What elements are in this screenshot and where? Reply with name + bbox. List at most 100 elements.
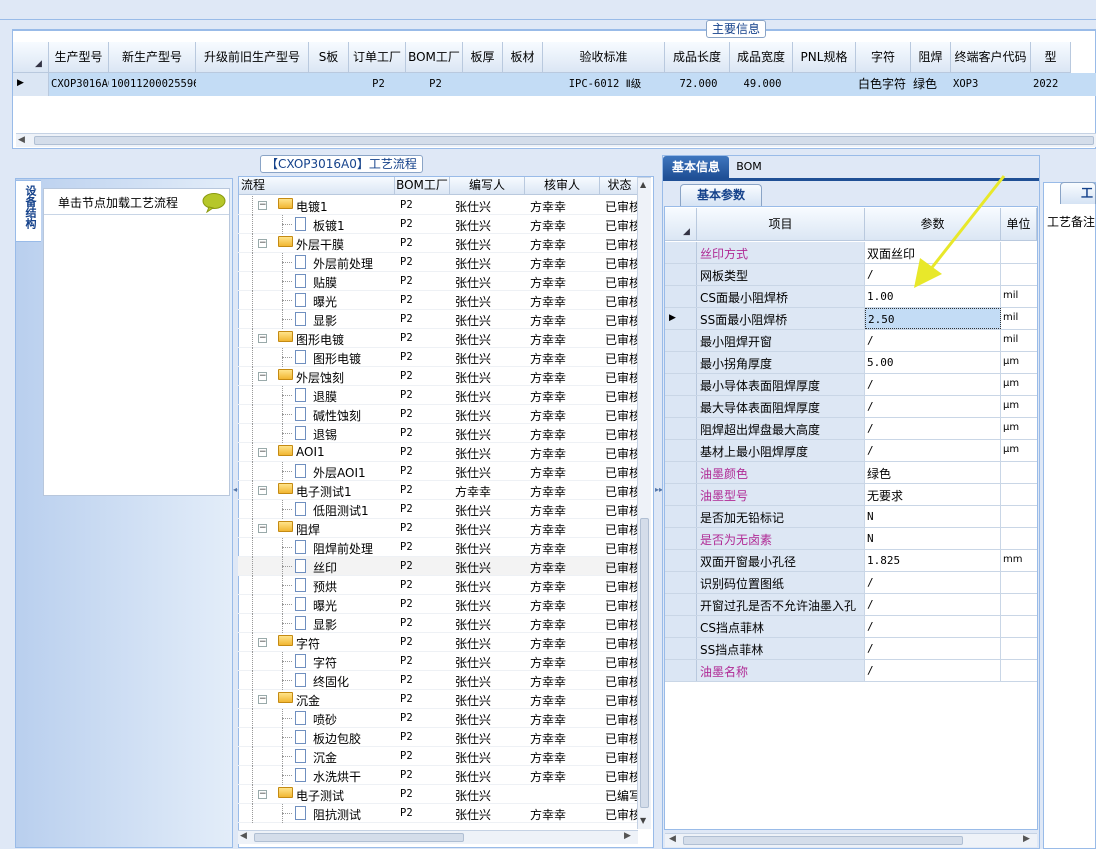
param-row[interactable]: 基材上最小阻焊厚度 / μm	[665, 440, 1037, 462]
tree-row[interactable]: 显影 P2 张仕兴 方幸幸 已审核	[238, 310, 638, 329]
col-header[interactable]: PNL规格	[793, 42, 856, 73]
param-value[interactable]: /	[865, 330, 1001, 351]
param-value[interactable]: 1.825	[865, 550, 1001, 571]
tree-row[interactable]: 板镀1 P2 张仕兴 方幸幸 已审核	[238, 215, 638, 234]
param-value[interactable]: N	[865, 506, 1001, 527]
tree-row[interactable]: 预烘 P2 张仕兴 方幸幸 已审核	[238, 576, 638, 595]
param-row[interactable]: 是否加无铅标记 N	[665, 506, 1037, 528]
tree-row[interactable]: 板边包胶 P2 张仕兴 方幸幸 已审核	[238, 728, 638, 747]
param-row[interactable]: 最大导体表面阻焊厚度 / μm	[665, 396, 1037, 418]
param-row[interactable]: 双面开窗最小孔径 1.825 mm	[665, 550, 1037, 572]
tree-row[interactable]: 丝印 P2 张仕兴 方幸幸 已审核	[238, 557, 638, 576]
tree-row[interactable]: 图形电镀 P2 张仕兴 方幸幸 已审核	[238, 348, 638, 367]
tree-row[interactable]: 沉金 P2 张仕兴 方幸幸 已审核	[238, 747, 638, 766]
param-row[interactable]: 最小导体表面阻焊厚度 / μm	[665, 374, 1037, 396]
tree-row[interactable]: 曝光 P2 张仕兴 方幸幸 已审核	[238, 291, 638, 310]
tree-row[interactable]: 低阻测试1 P2 张仕兴 方幸幸 已审核	[238, 500, 638, 519]
collapse-icon[interactable]: −	[258, 448, 267, 457]
collapse-icon[interactable]: −	[258, 486, 267, 495]
splitter-handle-2[interactable]: ▸▸	[655, 470, 663, 550]
param-value[interactable]: /	[865, 572, 1001, 593]
param-row[interactable]: 开窗过孔是否不允许油墨入孔 /	[665, 594, 1037, 616]
tree-row[interactable]: 喷砂 P2 张仕兴 方幸幸 已审核	[238, 709, 638, 728]
collapse-icon[interactable]: −	[258, 638, 267, 647]
tree-row[interactable]: 终固化 P2 张仕兴 方幸幸 已审核	[238, 671, 638, 690]
tree-row[interactable]: 阻焊前处理 P2 张仕兴 方幸幸 已审核	[238, 538, 638, 557]
tree-row[interactable]: 退锡 P2 张仕兴 方幸幸 已审核	[238, 424, 638, 443]
param-row[interactable]: 油墨名称 /	[665, 660, 1037, 682]
col-header[interactable]: 成品宽度	[730, 42, 793, 73]
tree-row[interactable]: 字符 P2 张仕兴 方幸幸 已审核	[238, 652, 638, 671]
param-row[interactable]: 阻焊超出焊盘最大高度 / μm	[665, 418, 1037, 440]
tree-row[interactable]: 贴膜 P2 张仕兴 方幸幸 已审核	[238, 272, 638, 291]
tree-row[interactable]: 显影 P2 张仕兴 方幸幸 已审核	[238, 614, 638, 633]
col-header[interactable]: BOM工厂	[395, 177, 450, 195]
col-header[interactable]: 升级前旧生产型号	[196, 42, 309, 73]
param-value[interactable]: /	[865, 660, 1001, 681]
tree-row[interactable]: − 阻焊 P2 张仕兴 方幸幸 已审核	[238, 519, 638, 538]
param-row[interactable]: 油墨型号 无要求	[665, 484, 1037, 506]
horizontal-scrollbar[interactable]: ◀	[16, 133, 1096, 147]
param-value[interactable]: /	[865, 594, 1001, 615]
tree-row[interactable]: − 图形电镀 P2 张仕兴 方幸幸 已审核	[238, 329, 638, 348]
param-value[interactable]: /	[865, 418, 1001, 439]
process-horizontal-scrollbar[interactable]: ◀ ▶	[238, 830, 638, 844]
collapse-icon[interactable]: −	[258, 372, 267, 381]
collapse-icon[interactable]: −	[258, 695, 267, 704]
collapse-icon[interactable]: −	[258, 524, 267, 533]
collapse-icon[interactable]: −	[258, 239, 267, 248]
tree-row[interactable]: 退膜 P2 张仕兴 方幸幸 已审核	[238, 386, 638, 405]
tree-row[interactable]: − 外层干膜 P2 张仕兴 方幸幸 已审核	[238, 234, 638, 253]
grid-corner[interactable]: ◢	[13, 42, 49, 73]
tree-row[interactable]: 曝光 P2 张仕兴 方幸幸 已审核	[238, 595, 638, 614]
params-horizontal-scrollbar[interactable]: ◀ ▶	[665, 833, 1037, 847]
tree-row[interactable]: 外层前处理 P2 张仕兴 方幸幸 已审核	[238, 253, 638, 272]
collapse-icon[interactable]: −	[258, 790, 267, 799]
tab-process-notes[interactable]: 工	[1060, 182, 1096, 204]
col-header[interactable]: 成品长度	[665, 42, 730, 73]
param-row[interactable]: 油墨颜色 绿色	[665, 462, 1037, 484]
col-header[interactable]: 验收标准	[543, 42, 665, 73]
col-header[interactable]: 板厚	[463, 42, 503, 73]
tree-row[interactable]: − 电镀1 P2 张仕兴 方幸幸 已审核	[238, 196, 638, 215]
param-value[interactable]: 2.50	[865, 308, 1001, 329]
col-header[interactable]: 字符	[856, 42, 911, 73]
param-value[interactable]: N	[865, 528, 1001, 549]
param-value[interactable]: 5.00	[865, 352, 1001, 373]
tree-row[interactable]: 外层AOI1 P2 张仕兴 方幸幸 已审核	[238, 462, 638, 481]
param-value[interactable]: 无要求	[865, 484, 1001, 505]
param-value[interactable]: /	[865, 638, 1001, 659]
col-header[interactable]: 型	[1031, 42, 1071, 73]
param-row[interactable]: CS挡点菲林 /	[665, 616, 1037, 638]
col-header[interactable]: 阻焊	[911, 42, 951, 73]
param-row[interactable]: SS挡点菲林 /	[665, 638, 1037, 660]
tree-row[interactable]: 碱性蚀刻 P2 张仕兴 方幸幸 已审核	[238, 405, 638, 424]
tree-row[interactable]: − AOI1 P2 张仕兴 方幸幸 已审核	[238, 443, 638, 462]
vertical-scrollbar[interactable]: ▲ ▼	[637, 177, 651, 829]
param-row[interactable]: 识别码位置图纸 /	[665, 572, 1037, 594]
col-header[interactable]: S板	[309, 42, 349, 73]
param-row[interactable]: 最小拐角厚度 5.00 μm	[665, 352, 1037, 374]
collapse-icon[interactable]: −	[258, 201, 267, 210]
param-row[interactable]: ▶ SS面最小阻焊桥 2.50 mil	[665, 308, 1037, 330]
tab-basic-params[interactable]: 基本参数	[680, 184, 762, 206]
param-row[interactable]: 最小阻焊开窗 / mil	[665, 330, 1037, 352]
tree-row[interactable]: 水洗烘干 P2 张仕兴 方幸幸 已审核	[238, 766, 638, 785]
tab-equipment-structure[interactable]: 设备结构	[15, 180, 41, 242]
col-header[interactable]: 编写人	[450, 177, 525, 195]
param-value[interactable]: /	[865, 440, 1001, 461]
col-header[interactable]: 订单工厂	[349, 42, 406, 73]
tree-row[interactable]: − 电子测试1 P2 方幸幸 方幸幸 已审核	[238, 481, 638, 500]
tree-row[interactable]: − 沉金 P2 张仕兴 方幸幸 已审核	[238, 690, 638, 709]
col-header[interactable]: 板材	[503, 42, 543, 73]
equipment-hint-box[interactable]: 单击节点加载工艺流程	[43, 188, 230, 496]
tab-bom[interactable]: BOM	[731, 156, 767, 178]
col-header[interactable]: 生产型号	[49, 42, 109, 73]
param-value[interactable]: /	[865, 374, 1001, 395]
collapse-icon[interactable]: −	[258, 334, 267, 343]
col-item[interactable]: 项目	[697, 208, 865, 241]
tree-row[interactable]: − 外层蚀刻 P2 张仕兴 方幸幸 已审核	[238, 367, 638, 386]
table-row[interactable]: ▶ CXOP3016A0 10011200025596 P2 P2 IPC-6012 Ⅱ级…	[13, 73, 1096, 96]
col-header[interactable]: 状态	[600, 177, 640, 195]
col-header[interactable]: BOM工厂	[406, 42, 463, 73]
